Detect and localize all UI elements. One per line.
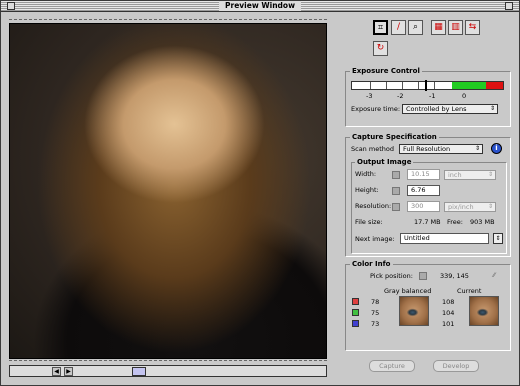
exposure-time-value: Controlled by Lens — [406, 105, 467, 113]
pick-position-label: Pick position: — [370, 272, 413, 280]
gray-balanced-thumbnail — [399, 296, 429, 326]
red-swatch — [352, 298, 359, 305]
resolution-label: Resolution: — [355, 202, 392, 210]
next-image-label: Next image: — [355, 235, 395, 243]
capture-button[interactable]: Capture — [369, 360, 415, 372]
file-size-label: File size: — [355, 218, 383, 226]
info-icon[interactable]: i — [491, 143, 502, 154]
pattern-b-icon[interactable]: ▥ — [448, 20, 463, 35]
scale-label: -2 — [397, 92, 404, 100]
exposure-time-select[interactable]: Controlled by Lens ⇕ — [402, 104, 498, 114]
exposure-time-label: Exposure time: — [351, 105, 401, 113]
free-value: 903 MB — [470, 218, 495, 226]
meter-red — [486, 82, 503, 89]
close-box[interactable] — [7, 2, 15, 10]
lock-icon[interactable] — [392, 203, 400, 211]
scan-method-value: Full Resolution — [403, 145, 451, 153]
current-thumbnail — [469, 296, 499, 326]
scroll-thumb[interactable] — [132, 367, 146, 376]
meter-needle — [425, 80, 427, 91]
chevron-down-icon: ⇕ — [474, 145, 480, 152]
height-label: Height: — [355, 186, 379, 194]
exposure-meter[interactable] — [351, 80, 504, 91]
rotate-icon[interactable]: ↻ — [373, 41, 388, 56]
zoom-icon[interactable]: ⌕ — [408, 20, 423, 35]
meter-green — [452, 82, 486, 89]
gray-green-value: 75 — [371, 309, 380, 317]
scale-label: -1 — [429, 92, 436, 100]
green-swatch — [352, 309, 359, 316]
resolution-unit-value: pix/inch — [448, 203, 474, 211]
chevron-down-icon: ⇕ — [487, 171, 493, 178]
chevron-down-icon: ⇕ — [487, 203, 493, 210]
scale-label: -3 — [366, 92, 373, 100]
capture-group: Capture Specification Scan method Full R… — [345, 133, 511, 257]
height-field[interactable]: 6.76 — [407, 185, 440, 196]
current-blue-value: 101 — [442, 320, 455, 328]
file-size-value: 17.7 MB — [414, 218, 441, 226]
resolution-field[interactable]: 300 — [407, 201, 440, 212]
gray-red-value: 78 — [371, 298, 380, 306]
free-label: Free: — [447, 218, 463, 226]
preview-window: Preview Window ◀ ▶ ⌗ / ⌕ ▦ ▥ ⇆ ↻ Exposur… — [0, 0, 520, 386]
title-bar[interactable]: Preview Window — [1, 1, 519, 12]
chevron-down-icon[interactable]: ⇕ — [493, 233, 503, 244]
crop-icon[interactable]: ⌗ — [373, 20, 388, 35]
preview-photo[interactable] — [9, 23, 327, 359]
current-red-value: 108 — [442, 298, 455, 306]
pick-icon[interactable] — [419, 272, 427, 280]
flip-icon[interactable]: ⇆ — [465, 20, 480, 35]
pick-position-value: 339, 145 — [440, 272, 469, 280]
lock-icon[interactable] — [392, 187, 400, 195]
scale-label: 0 — [462, 92, 467, 100]
scan-method-select[interactable]: Full Resolution ⇕ — [399, 144, 483, 154]
horizontal-scrollbar[interactable]: ◀ ▶ — [9, 365, 327, 377]
width-label: Width: — [355, 170, 377, 178]
current-label: Current — [457, 287, 482, 295]
chevron-down-icon: ⇕ — [489, 105, 495, 112]
resolution-unit-select[interactable]: pix/inch ⇕ — [444, 202, 496, 212]
zoom-box[interactable] — [505, 2, 513, 10]
scroll-left-arrow[interactable]: ◀ — [52, 367, 61, 376]
blue-swatch — [352, 320, 359, 327]
gray-blue-value: 73 — [371, 320, 380, 328]
width-unit-value: inch — [448, 171, 462, 179]
color-info-title: Color Info — [350, 260, 393, 268]
eyedropper-icon[interactable]: / — [391, 20, 406, 35]
output-image-group: Output Image Width: 10.15 inch ⇕ Height: … — [351, 158, 507, 254]
gray-balanced-label: Gray balanced — [384, 287, 432, 295]
develop-button[interactable]: Develop — [433, 360, 479, 372]
scan-method-label: Scan method — [351, 145, 394, 153]
pattern-a-icon[interactable]: ▦ — [431, 20, 446, 35]
control-panel: ⌗ / ⌕ ▦ ▥ ⇆ ↻ Exposure Control -3 -2 -1 … — [335, 12, 519, 386]
next-image-field[interactable]: Untitled — [400, 233, 489, 244]
exposure-group: Exposure Control -3 -2 -1 0 Exposure tim… — [345, 67, 511, 127]
resize-grip-icon[interactable]: ⁄⁄ — [493, 271, 495, 279]
color-info-group: Color Info Pick position: 339, 145 ⁄⁄ Gr… — [345, 260, 511, 351]
current-green-value: 104 — [442, 309, 455, 317]
exposure-title: Exposure Control — [350, 67, 422, 75]
output-title: Output Image — [355, 158, 414, 166]
window-title: Preview Window — [218, 1, 302, 11]
capture-title: Capture Specification — [350, 133, 439, 141]
lock-icon[interactable] — [392, 171, 400, 179]
scroll-right-arrow[interactable]: ▶ — [64, 367, 73, 376]
width-unit-select[interactable]: inch ⇕ — [444, 170, 496, 180]
marquee-bottom — [9, 360, 327, 364]
width-field[interactable]: 10.15 — [407, 169, 440, 180]
